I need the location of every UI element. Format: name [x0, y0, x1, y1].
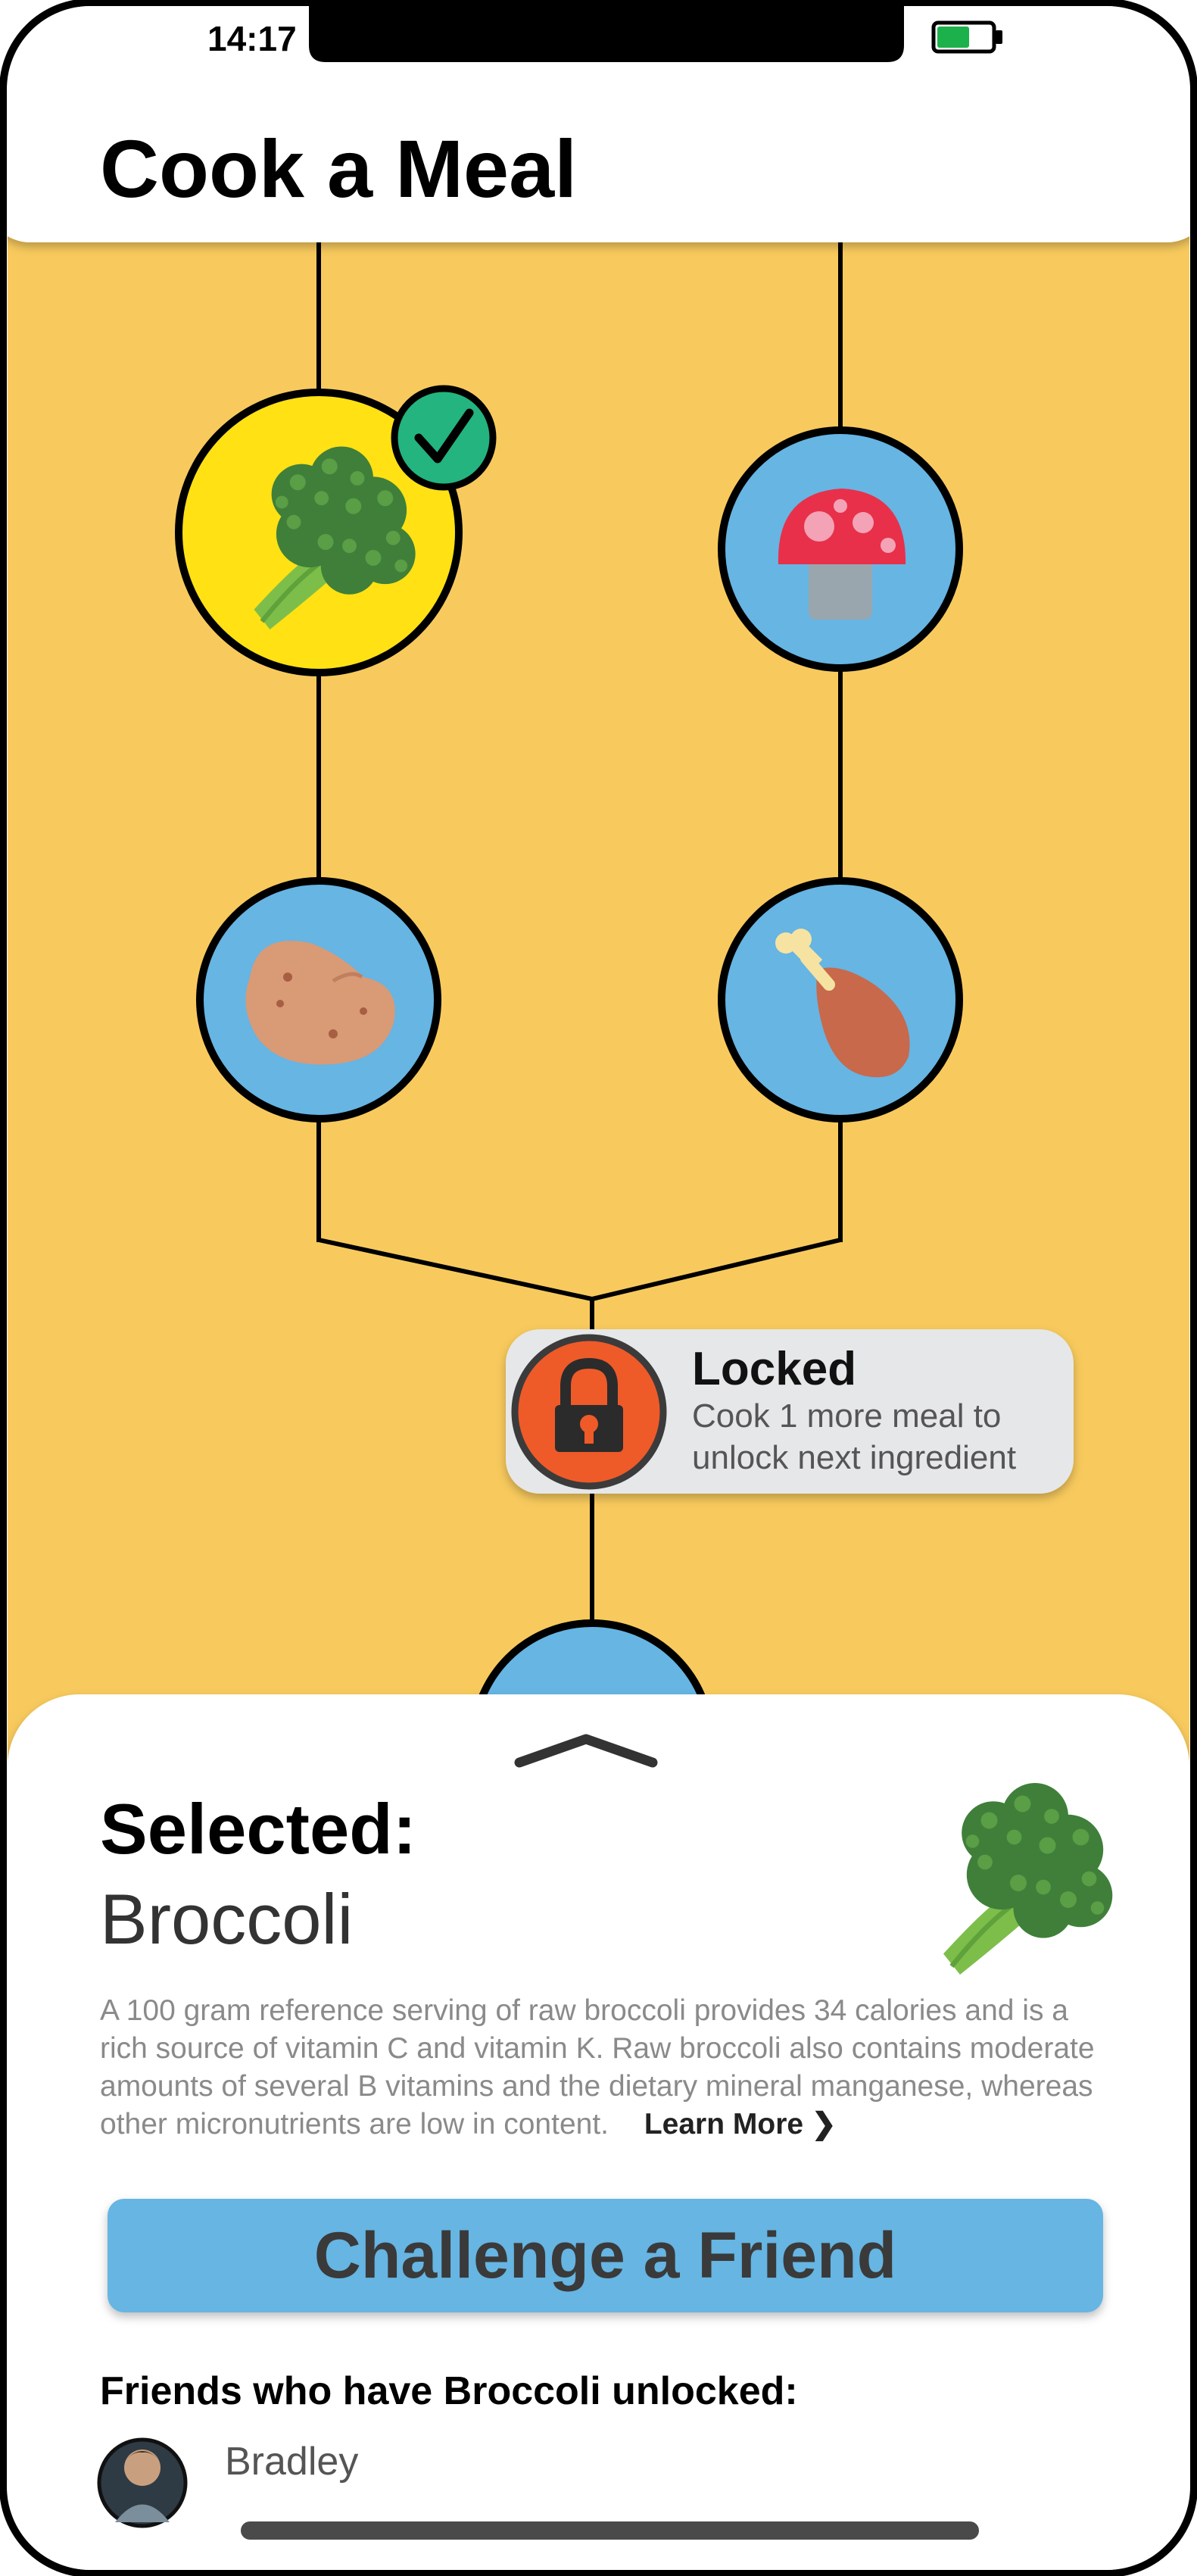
- status-time: 14:17: [207, 19, 297, 58]
- locked-line-1: Cook 1 more meal to: [692, 1397, 1002, 1435]
- app-canvas: [0, 0, 1197, 2576]
- friend-name[interactable]: Bradley: [225, 2439, 358, 2484]
- learn-more-link[interactable]: Learn More ❯: [644, 2108, 837, 2140]
- locked-title: Locked: [692, 1343, 857, 1395]
- selected-label: Selected:: [100, 1789, 416, 1869]
- node-potato[interactable]: [196, 877, 441, 1123]
- description-line: amounts of several B vitamins and the di…: [100, 2070, 1093, 2103]
- challenge-button-label: Challenge a Friend: [313, 2218, 897, 2292]
- lock-icon: [511, 1334, 667, 1490]
- description-line: A 100 gram reference serving of raw broc…: [100, 1994, 1068, 2027]
- page-title: Cook a Meal: [100, 123, 578, 214]
- friend-avatar[interactable]: [97, 2437, 188, 2528]
- node-chicken-leg[interactable]: [718, 877, 963, 1123]
- locked-line-2: unlock next ingredient: [692, 1439, 1017, 1476]
- friends-heading: Friends who have Broccoli unlocked:: [100, 2369, 798, 2413]
- description-line: other micronutrients are low in content.: [100, 2108, 609, 2140]
- description-line: rich source of vitamin C and vitamin K. …: [100, 2032, 1095, 2065]
- selected-item: Broccoli: [100, 1879, 354, 1959]
- node-mushroom[interactable]: [718, 426, 963, 672]
- description: A 100 gram reference serving of raw broc…: [100, 1992, 1175, 2144]
- check-badge-icon: [391, 385, 497, 491]
- phone-screen: [0, 0, 1197, 2576]
- notch: [309, 0, 904, 62]
- home-indicator[interactable]: [241, 2521, 979, 2540]
- chevron-right-icon: ❯: [811, 2108, 837, 2140]
- challenge-button[interactable]: Challenge a Friend: [108, 2199, 1103, 2312]
- learn-more-label: Learn More: [644, 2108, 804, 2140]
- tree-background: [8, 182, 1189, 1772]
